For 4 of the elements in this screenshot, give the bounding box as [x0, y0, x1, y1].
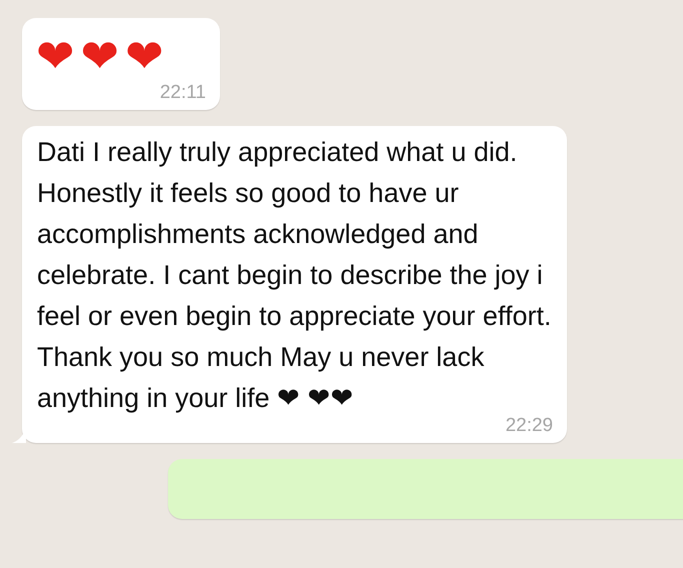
- emoji-text: ❤❤❤: [36, 29, 170, 83]
- message-time: 22:29: [505, 415, 553, 436]
- message-text: Dati I really truly appreciated what u did. Honestly it feels so good to have ur accomplishments acknowledged and celebrate. I cant begin to describe the joy i feel or even begin to appreciate your effort. Thank you so much May u never lack anything in your life ❤ ❤❤: [37, 137, 552, 413]
- message-time: 22:11: [160, 82, 206, 103]
